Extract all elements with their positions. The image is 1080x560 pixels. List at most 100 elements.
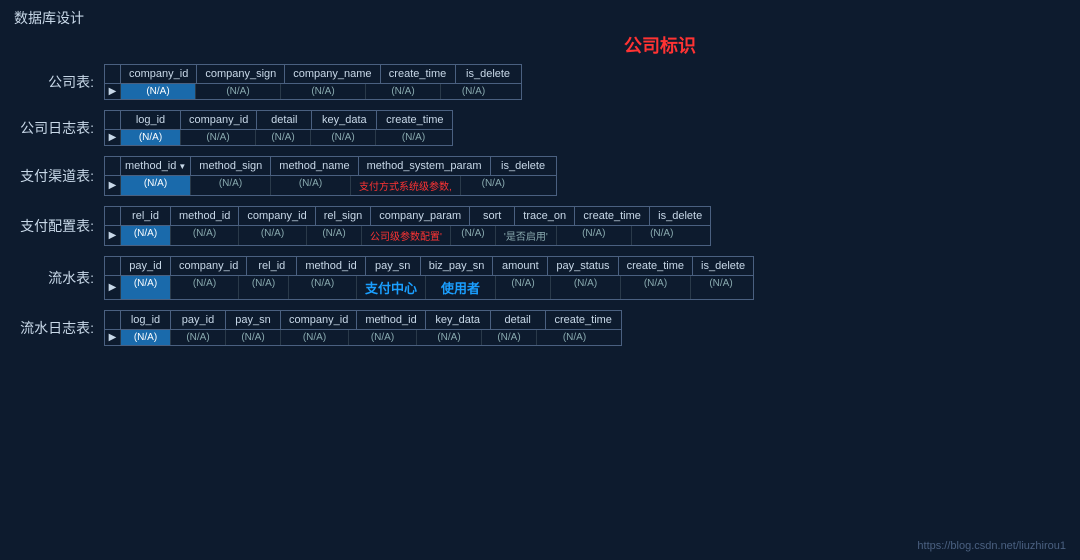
col-header: log_id [121,111,181,129]
table-cell: (N/A) [376,130,451,145]
col-header: is_delete [650,207,710,225]
col-header: create_time [381,65,456,83]
table-cell: (N/A) [621,276,691,299]
col-header: log_id [121,311,171,329]
col-header: company_id [171,257,247,275]
db-table: log_idpay_idpay_sncompany_idmethod_idkey… [104,310,622,346]
db-table: pay_idcompany_idrel_idmethod_idpay_snbiz… [104,256,754,300]
col-header: method_id [357,311,425,329]
col-header: pay_status [548,257,618,275]
col-header: key_data [312,111,377,129]
table-label: 公司日志表: [14,118,104,138]
col-header: key_data [426,311,491,329]
col-header: method_name [271,157,358,175]
col-header: create_time [619,257,693,275]
row-arrow: ▶ [105,226,121,245]
table-cell: 使用者 [426,276,496,299]
col-header: company_id [281,311,357,329]
col-header: sort [470,207,515,225]
db-table: log_idcompany_iddetailkey_datacreate_tim… [104,110,453,146]
table-row-wrapper: 支付配置表:rel_idmethod_idcompany_idrel_signc… [14,206,1066,246]
table-cell: '是否启用' [496,226,557,245]
table-cell: (N/A) [121,84,196,99]
col-header: is_delete [693,257,753,275]
table-cell: (N/A) [632,226,692,245]
table-cell: (N/A) [171,330,226,345]
db-table: method_id▼method_signmethod_namemethod_s… [104,156,557,196]
main-content: 公司标识 公司表:company_idcompany_signcompany_n… [0,32,1080,346]
col-header: rel_sign [316,207,372,225]
col-header: method_system_param [359,157,491,175]
table-cell: (N/A) [239,226,307,245]
col-header: pay_sn [366,257,421,275]
col-header: method_id▼ [121,157,191,175]
db-table-body-row: ▶(N/A)(N/A)(N/A)(N/A)支付中心使用者(N/A)(N/A)(N… [105,276,753,299]
col-header: biz_pay_sn [421,257,494,275]
table-row-wrapper: 支付渠道表:method_id▼method_signmethod_nameme… [14,156,1066,196]
table-cell: (N/A) [551,276,621,299]
table-cell: (N/A) [557,226,632,245]
col-header: is_delete [491,157,556,175]
watermark: https://blog.csdn.net/liuzhirou1 [917,540,1066,552]
table-cell: (N/A) [289,276,357,299]
row-arrow: ▶ [105,130,121,145]
table-cell: (N/A) [281,330,349,345]
table-cell: (N/A) [196,84,281,99]
table-cell: (N/A) [226,330,281,345]
db-table-body-row: ▶(N/A)(N/A)(N/A)(N/A)(N/A) [105,84,521,99]
table-cell: (N/A) [121,130,181,145]
table-cell: 支付中心 [357,276,426,299]
table-cell: (N/A) [311,130,376,145]
db-table-header: rel_idmethod_idcompany_idrel_signcompany… [105,207,710,226]
db-table-header: log_idcompany_iddetailkey_datacreate_tim… [105,111,452,130]
db-table: rel_idmethod_idcompany_idrel_signcompany… [104,206,711,246]
col-header: company_id [181,111,257,129]
table-label: 公司表: [14,72,104,92]
col-header: company_sign [197,65,285,83]
table-cell: (N/A) [121,276,171,299]
db-table-header: log_idpay_idpay_sncompany_idmethod_idkey… [105,311,621,330]
col-header: method_sign [191,157,271,175]
db-table-header: method_id▼method_signmethod_namemethod_s… [105,157,556,176]
table-cell: (N/A) [366,84,441,99]
table-cell: (N/A) [349,330,417,345]
col-header: amount [493,257,548,275]
table-cell: (N/A) [307,226,362,245]
col-header: company_id [239,207,315,225]
table-cell: (N/A) [451,226,496,245]
table-cell: (N/A) [121,176,191,195]
table-cell: (N/A) [417,330,482,345]
db-table-header: pay_idcompany_idrel_idmethod_idpay_snbiz… [105,257,753,276]
table-cell: (N/A) [121,330,171,345]
col-header: trace_on [515,207,575,225]
table-cell: (N/A) [271,176,351,195]
table-cell: (N/A) [256,130,311,145]
col-header: pay_id [171,311,226,329]
db-table: company_idcompany_signcompany_namecreate… [104,64,522,100]
table-cell: (N/A) [121,226,171,245]
table-cell: (N/A) [239,276,289,299]
db-table-header: company_idcompany_signcompany_namecreate… [105,65,521,84]
table-cell: (N/A) [171,226,239,245]
col-header: company_param [371,207,470,225]
db-table-body-row: ▶(N/A)(N/A)(N/A)(N/A)(N/A) [105,130,452,145]
table-label: 流水日志表: [14,318,104,338]
col-header: pay_sn [226,311,281,329]
table-cell: 公司级参数配置' [362,226,451,245]
col-header: rel_id [121,207,171,225]
table-cell: (N/A) [537,330,612,345]
table-label: 支付渠道表: [14,166,104,186]
table-row-wrapper: 流水表:pay_idcompany_idrel_idmethod_idpay_s… [14,256,1066,300]
table-cell: (N/A) [691,276,751,299]
table-label: 支付配置表: [14,216,104,236]
col-header: method_id [297,257,365,275]
col-header: detail [491,311,546,329]
row-arrow: ▶ [105,330,121,345]
row-arrow: ▶ [105,84,121,99]
db-table-body-row: ▶(N/A)(N/A)(N/A)(N/A)公司级参数配置'(N/A)'是否启用'… [105,226,710,245]
table-cell: (N/A) [441,84,506,99]
table-label: 流水表: [14,268,104,288]
center-label: 公司标识 [254,32,1066,58]
table-cell: (N/A) [461,176,526,195]
col-header: company_name [285,65,380,83]
